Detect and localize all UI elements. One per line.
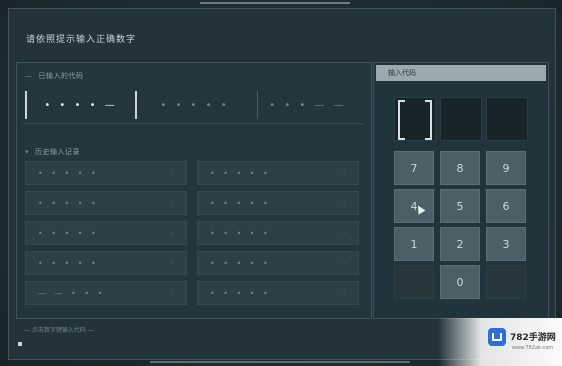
entry-status-icon: ◦: [342, 168, 350, 178]
code-slot[interactable]: • • • — —: [257, 91, 358, 119]
entry-status-icon: ◦: [342, 198, 350, 208]
history-entry: • • • • • ◦: [197, 221, 359, 245]
key-8[interactable]: 8: [440, 151, 480, 185]
code-slot[interactable]: • • • • •: [145, 91, 245, 119]
entry-status-icon: ◦: [170, 198, 178, 208]
key-3[interactable]: 3: [486, 227, 526, 261]
entry-status-icon: ◦: [170, 168, 178, 178]
key-2[interactable]: 2: [440, 227, 480, 261]
entry-label: 输入代码: [388, 69, 416, 77]
entry-status-icon: ◦: [170, 258, 178, 268]
code-entry-bar: 输入代码: [376, 65, 546, 81]
history-entry: • • • • • ◦: [25, 161, 187, 185]
puzzle-prompt: 请依照提示输入正确数字: [26, 35, 137, 45]
log-section-title: 历史输入记录: [35, 148, 81, 156]
frame-bottom-line: [150, 361, 410, 363]
key-4[interactable]: 4: [394, 189, 434, 223]
key-blank: [486, 265, 526, 299]
hint-label: — 点击数字键输入代码 —: [24, 327, 94, 334]
watermark-url: www.782ak.com: [512, 345, 554, 351]
section-marker-icon: ▾: [25, 148, 30, 156]
key-5[interactable]: 5: [440, 189, 480, 223]
history-entry: • • • • • ◦: [25, 251, 187, 275]
corner-marker: [18, 342, 22, 346]
log-section-heading: ▾ 历史输入记录: [25, 147, 80, 157]
section-marker-icon: —: [25, 72, 33, 80]
digit-slot-current: [394, 97, 436, 141]
key-9[interactable]: 9: [486, 151, 526, 185]
history-entry: • • • • • ◦: [197, 161, 359, 185]
code-section-title: 已输入的代码: [38, 72, 84, 80]
keypad-panel: 输入代码 7 8 9 4 5 6 1 2 3 0: [373, 62, 549, 319]
entry-status-icon: ◦: [170, 288, 178, 298]
history-entry: • • • • • ◦: [197, 281, 359, 305]
key-1[interactable]: 1: [394, 227, 434, 261]
watermark-name: 782手游网: [510, 333, 556, 343]
key-blank: [394, 265, 434, 299]
history-entry: — — • • • ◦: [25, 281, 187, 305]
entry-status-icon: ◦: [342, 258, 350, 268]
entry-status-icon: ◦: [170, 228, 178, 238]
key-7[interactable]: 7: [394, 151, 434, 185]
entry-status-icon: ◦: [342, 288, 350, 298]
entry-status-icon: ◦: [342, 228, 350, 238]
history-entry: • • • • • ◦: [25, 191, 187, 215]
digit-slot: [486, 97, 528, 141]
code-slot-active[interactable]: • • • • —: [25, 91, 137, 119]
code-slot-row: • • • • — • • • • • • • • — —: [23, 87, 363, 124]
digit-slot: [440, 97, 482, 141]
site-logo-icon: [488, 328, 506, 346]
frame-top-line: [200, 2, 350, 4]
key-0[interactable]: 0: [440, 265, 480, 299]
history-entry: • • • • • ◦: [197, 191, 359, 215]
history-entry: • • • • • ◦: [197, 251, 359, 275]
code-history-panel: — 已输入的代码 • • • • — • • • • • • • • — — ▾ 历…: [16, 62, 372, 319]
code-section-heading: — 已输入的代码: [25, 71, 84, 81]
game-screen: 请依照提示输入正确数字 — 已输入的代码 • • • • — • • • • • …: [0, 0, 562, 366]
history-entry: • • • • • ◦: [25, 221, 187, 245]
key-6[interactable]: 6: [486, 189, 526, 223]
